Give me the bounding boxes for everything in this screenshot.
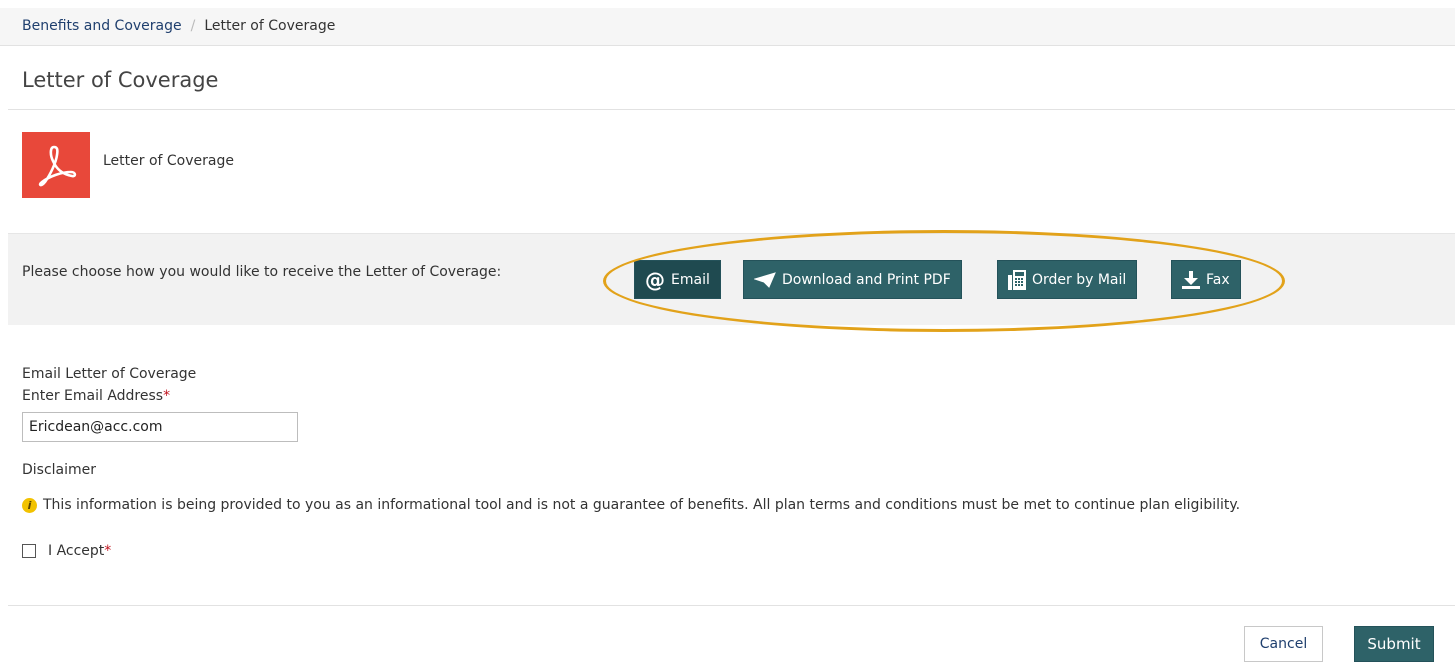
accept-label: I Accept xyxy=(48,543,105,559)
cancel-button[interactable]: Cancel xyxy=(1244,626,1323,662)
download-pdf-option-label: Download and Print PDF xyxy=(782,271,951,288)
submit-button[interactable]: Submit xyxy=(1354,626,1434,662)
required-marker: * xyxy=(163,388,171,404)
accept-checkbox[interactable] xyxy=(22,544,36,558)
email-option-label: Email xyxy=(671,271,710,288)
required-marker: * xyxy=(104,543,112,559)
document-label: Letter of Coverage xyxy=(103,153,234,169)
order-by-mail-option-button[interactable]: Order by Mail xyxy=(997,260,1138,299)
accept-row: I Accept * xyxy=(22,543,111,559)
delivery-options-panel: Please choose how you would like to rece… xyxy=(8,233,1455,325)
divider xyxy=(8,109,1455,110)
download-pdf-option-button[interactable]: Download and Print PDF xyxy=(743,260,962,299)
breadcrumb: Benefits and Coverage / Letter of Coverage xyxy=(0,8,1455,46)
email-form-heading: Email Letter of Coverage xyxy=(22,366,197,382)
disclaimer-label: Disclaimer xyxy=(22,462,97,478)
breadcrumb-current: Letter of Coverage xyxy=(204,18,336,34)
breadcrumb-link-benefits[interactable]: Benefits and Coverage xyxy=(22,18,182,34)
page-title: Letter of Coverage xyxy=(22,68,219,92)
divider xyxy=(8,605,1455,606)
fax-option-label: Fax xyxy=(1206,271,1230,288)
fax-machine-icon xyxy=(1008,269,1026,290)
breadcrumb-separator: / xyxy=(190,18,196,34)
paper-plane-icon xyxy=(754,271,776,288)
email-field-label-text: Enter Email Address xyxy=(22,388,164,404)
delivery-prompt: Please choose how you would like to rece… xyxy=(22,264,502,280)
pdf-icon xyxy=(22,132,90,198)
email-field[interactable] xyxy=(22,412,298,442)
disclaimer: i This information is being provided to … xyxy=(22,497,1240,513)
email-field-label: Enter Email Address* xyxy=(22,388,170,404)
disclaimer-text: This information is being provided to yo… xyxy=(43,497,1241,513)
email-option-button[interactable]: @ Email xyxy=(634,260,721,299)
at-icon: @ xyxy=(645,267,665,292)
info-icon: i xyxy=(22,497,37,513)
download-icon xyxy=(1182,270,1200,289)
order-by-mail-option-label: Order by Mail xyxy=(1032,271,1127,288)
fax-option-button[interactable]: Fax xyxy=(1171,260,1241,299)
